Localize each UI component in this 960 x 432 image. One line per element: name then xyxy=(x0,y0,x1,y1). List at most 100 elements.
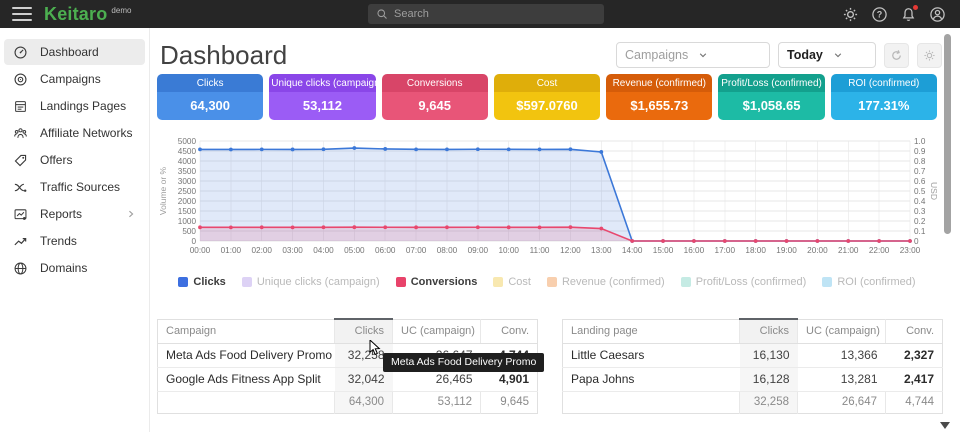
sidebar-item-landings-pages[interactable]: Landings Pages xyxy=(4,93,145,119)
svg-text:0: 0 xyxy=(191,237,196,246)
stat-card-value: 9,645 xyxy=(382,92,488,120)
stat-card-value: $1,655.73 xyxy=(606,92,712,120)
sidebar-item-affiliate-networks[interactable]: Affiliate Networks xyxy=(4,120,145,146)
totals-value-cell: 26,647 xyxy=(798,391,886,413)
sidebar-item-label: Offers xyxy=(40,153,72,167)
row-name-cell[interactable]: Meta Ads Food Delivery Promo xyxy=(158,343,335,367)
row-value-cell: 13,281 xyxy=(798,367,886,391)
stat-card-cost: Cost$597.0760 xyxy=(494,74,600,120)
gear-icon xyxy=(923,49,936,62)
account-icon[interactable] xyxy=(929,6,946,23)
svg-text:500: 500 xyxy=(182,227,196,236)
sidebar-item-offers[interactable]: Offers xyxy=(4,147,145,173)
svg-text:23:00: 23:00 xyxy=(900,246,921,255)
row-name-cell[interactable]: Little Caesars xyxy=(563,343,740,367)
totals-value-cell: 64,300 xyxy=(335,391,393,413)
svg-text:5000: 5000 xyxy=(178,137,197,146)
row-tooltip: Meta Ads Food Delivery Promo xyxy=(383,353,544,372)
sidebar-item-dashboard[interactable]: Dashboard xyxy=(4,39,145,65)
stat-card-label: Profit/Loss (confirmed) xyxy=(718,74,824,92)
legend-item-clicks[interactable]: Clicks xyxy=(178,276,225,288)
column-header-name[interactable]: Campaign xyxy=(158,319,335,343)
legend-item-unique-clicks-campaign-[interactable]: Unique clicks (campaign) xyxy=(242,276,380,288)
column-header-name[interactable]: Landing page xyxy=(563,319,740,343)
search-box[interactable] xyxy=(368,4,604,24)
search-input[interactable] xyxy=(394,8,574,20)
svg-text:06:00: 06:00 xyxy=(375,246,396,255)
svg-text:2000: 2000 xyxy=(178,197,197,206)
svg-text:09:00: 09:00 xyxy=(468,246,489,255)
column-header-uc-campaign-[interactable]: UC (campaign) xyxy=(393,319,481,343)
legend-item-conversions[interactable]: Conversions xyxy=(396,276,478,288)
stat-card-revenue-confirmed-: Revenue (confirmed)$1,655.73 xyxy=(606,74,712,120)
refresh-button[interactable] xyxy=(884,43,909,68)
filters-row: Campaigns Today xyxy=(616,42,942,68)
row-name-cell[interactable]: Google Ads Fitness App Split xyxy=(158,367,335,391)
sidebar-item-domains[interactable]: Domains xyxy=(4,255,145,281)
globe-icon xyxy=(13,261,28,276)
chevron-down-icon xyxy=(698,50,708,60)
help-icon[interactable]: ? xyxy=(871,6,888,23)
column-header-clicks[interactable]: Clicks xyxy=(740,319,798,343)
svg-text:3500: 3500 xyxy=(178,167,197,176)
legend-item-cost[interactable]: Cost xyxy=(493,276,531,288)
svg-text:14:00: 14:00 xyxy=(622,246,643,255)
row-name-cell[interactable]: Papa Johns xyxy=(563,367,740,391)
svg-text:17:00: 17:00 xyxy=(715,246,736,255)
scrollbar-thumb[interactable] xyxy=(944,34,951,234)
notifications-icon[interactable] xyxy=(900,6,917,23)
totals-value-cell: 4,744 xyxy=(886,391,943,413)
stat-card-value: $1,058.65 xyxy=(718,92,824,120)
stat-card-unique-clicks-campaign-: Unique clicks (campaign)53,112 xyxy=(269,74,375,120)
sidebar-item-reports[interactable]: Reports xyxy=(4,201,145,227)
table-row[interactable]: Papa Johns16,12813,2812,417 xyxy=(563,367,943,391)
table-row[interactable]: Little Caesars16,13013,3662,327 xyxy=(563,343,943,367)
page-title: Dashboard xyxy=(160,40,287,71)
row-value-cell: 2,327 xyxy=(886,343,943,367)
stat-card-label: Conversions xyxy=(382,74,488,92)
legend-item-profit-loss-confirmed-[interactable]: Profit/Loss (confirmed) xyxy=(681,276,807,288)
stat-card-value: 53,112 xyxy=(269,92,375,120)
search-icon xyxy=(376,8,388,20)
scroll-down-arrow-icon[interactable] xyxy=(940,422,950,429)
campaign-filter-select[interactable]: Campaigns xyxy=(616,42,770,68)
legend-item-roi-confirmed-[interactable]: ROI (confirmed) xyxy=(822,276,915,288)
landing-pages-table: Landing pageClicksUC (campaign)Conv.Litt… xyxy=(562,318,943,414)
app-logo[interactable]: Keitaro xyxy=(44,4,107,25)
sidebar-item-traffic-sources[interactable]: Traffic Sources xyxy=(4,174,145,200)
legend-swatch xyxy=(178,277,188,287)
legend-item-revenue-confirmed-[interactable]: Revenue (confirmed) xyxy=(547,276,665,288)
svg-text:0.4: 0.4 xyxy=(914,197,926,206)
svg-text:0.6: 0.6 xyxy=(914,177,926,186)
traffic-chart: 0500100015002000250030003500400045005000… xyxy=(157,134,937,266)
svg-text:4500: 4500 xyxy=(178,147,197,156)
menu-icon[interactable] xyxy=(12,7,32,21)
svg-text:USD: USD xyxy=(929,182,937,200)
svg-text:10:00: 10:00 xyxy=(498,246,519,255)
date-filter-select[interactable]: Today xyxy=(778,42,876,68)
dashboard-gauge-icon xyxy=(13,45,28,60)
totals-row: 64,30053,1129,645 xyxy=(158,391,538,413)
svg-text:11:00: 11:00 xyxy=(530,246,550,255)
svg-text:18:00: 18:00 xyxy=(745,246,766,255)
row-value-cell: 16,130 xyxy=(740,343,798,367)
sidebar-item-label: Dashboard xyxy=(40,45,99,59)
legend-swatch xyxy=(681,277,691,287)
legend-label: Unique clicks (campaign) xyxy=(257,276,380,288)
chart-settings-button[interactable] xyxy=(917,43,942,68)
logo-demo-badge: demo xyxy=(111,6,131,15)
scrollbar-track[interactable] xyxy=(944,30,951,426)
sidebar-item-trends[interactable]: Trends xyxy=(4,228,145,254)
sidebar-item-label: Domains xyxy=(40,261,87,275)
svg-text:2500: 2500 xyxy=(178,187,197,196)
svg-text:19:00: 19:00 xyxy=(776,246,797,255)
legend-label: Clicks xyxy=(193,276,225,288)
settings-icon[interactable] xyxy=(842,6,859,23)
sidebar-item-campaigns[interactable]: Campaigns xyxy=(4,66,145,92)
column-header-conv-[interactable]: Conv. xyxy=(481,319,538,343)
column-header-conv-[interactable]: Conv. xyxy=(886,319,943,343)
keitaro-dashboard-app: Keitaro demo ? DashboardCampaignsLanding… xyxy=(0,0,960,432)
column-header-uc-campaign-[interactable]: UC (campaign) xyxy=(798,319,886,343)
column-header-clicks[interactable]: Clicks xyxy=(335,319,393,343)
stat-card-label: ROI (confirmed) xyxy=(831,74,937,92)
